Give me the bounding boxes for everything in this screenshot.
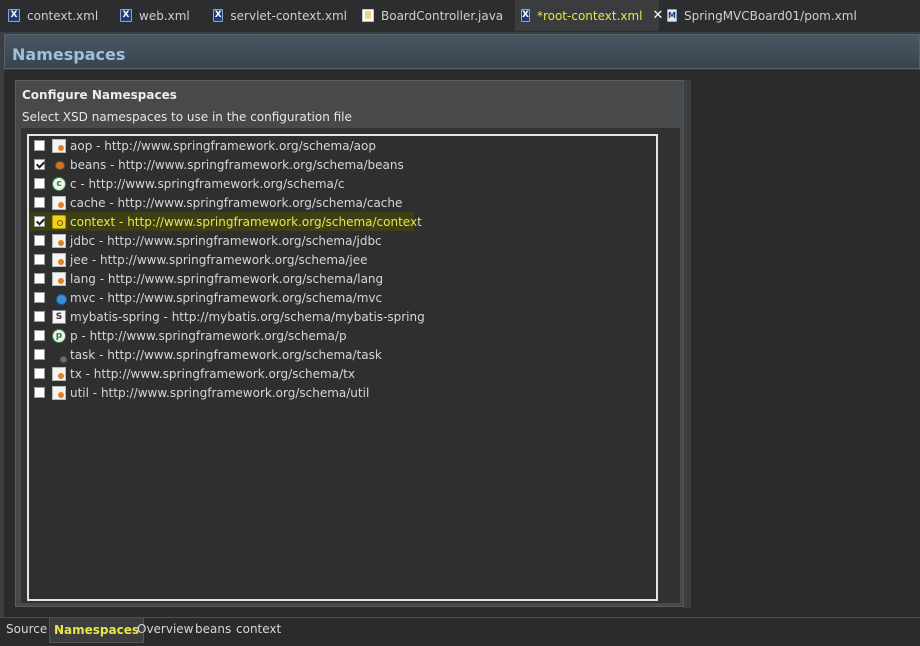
checkbox[interactable] [34,330,45,341]
tab-root-context-xml[interactable]: X *root-context.xml ✕ [515,0,663,31]
namespace-row-lang[interactable]: lang - http://www.springframework.org/sc… [29,269,383,288]
namespace-label: c - http://www.springframework.org/schem… [70,176,345,191]
java-file-icon [362,9,374,22]
namespace-row-task[interactable]: task - http://www.springframework.org/sc… [29,345,382,364]
namespace-label: p - http://www.springframework.org/schem… [70,328,347,343]
tab-label: servlet-context.xml [230,8,347,23]
namespace-label: beans - http://www.springframework.org/s… [70,157,404,172]
spring-xml-file-icon: X [213,9,224,22]
maven-pom-icon: M [667,9,677,22]
checkbox[interactable] [34,178,45,189]
tab-source[interactable]: Source [6,622,47,636]
tab-beans[interactable]: beans [195,622,231,636]
namespace-row-aop[interactable]: aop - http://www.springframework.org/sch… [29,136,376,155]
tab-overview[interactable]: Overview [137,622,194,636]
namespace-label: jee - http://www.springframework.org/sch… [70,252,368,267]
namespace-label: mvc - http://www.springframework.org/sch… [70,290,383,305]
aop-icon [52,138,66,153]
editor-page-tabs: Source Namespaces Overview beans context [0,617,920,646]
vertical-scrollbar[interactable] [683,80,691,608]
namespace-row-jee[interactable]: jee - http://www.springframework.org/sch… [29,250,368,269]
namespace-row-util[interactable]: util - http://www.springframework.org/sc… [29,383,369,402]
tab-label: *root-context.xml [536,8,643,23]
namespace-row-beans[interactable]: beans - http://www.springframework.org/s… [29,155,404,174]
tab-label: BoardController.java [381,8,504,23]
tab-label: context.xml [27,8,99,23]
xml-file-icon: X [8,9,20,22]
namespace-label: mybatis-spring - http://mybatis.org/sche… [70,309,425,324]
c-namespace-icon: c [52,176,66,191]
context-icon [52,214,66,229]
namespace-label: context - http://www.springframework.org… [70,214,422,229]
cache-icon [52,195,66,210]
checkbox[interactable] [34,292,45,303]
checkbox[interactable] [34,349,45,360]
p-namespace-icon: p [52,328,66,343]
tab-context-xml[interactable]: X context.xml [2,0,106,31]
section-description: Select XSD namespaces to use in the conf… [22,110,352,124]
jdbc-icon [52,233,66,248]
tx-icon [52,366,66,381]
namespace-label: task - http://www.springframework.org/sc… [70,347,382,362]
checkbox[interactable] [34,368,45,379]
namespace-label: cache - http://www.springframework.org/s… [70,195,403,210]
mvc-globe-icon [52,291,67,305]
checkbox[interactable] [34,159,45,170]
namespace-row-context[interactable]: context - http://www.springframework.org… [29,212,422,231]
checkbox[interactable] [34,254,45,265]
namespace-label: lang - http://www.springframework.org/sc… [70,271,384,286]
spring-xml-file-icon: X [521,9,530,22]
namespace-row-c[interactable]: c c - http://www.springframework.org/sch… [29,174,345,193]
section-title: Configure Namespaces [22,88,177,102]
xml-file-icon: X [120,9,132,22]
mybatis-icon: S [52,309,66,324]
checkbox[interactable] [34,311,45,322]
editor-tab-bar: X context.xml X web.xml X servlet-contex… [0,0,920,33]
tab-web-xml[interactable]: X web.xml [114,0,202,31]
namespace-label: tx - http://www.springframework.org/sche… [70,366,355,381]
namespace-list-wrapper: aop - http://www.springframework.org/sch… [21,128,680,603]
checkbox[interactable] [34,197,45,208]
tab-context[interactable]: context [236,622,281,636]
jee-icon [52,252,66,267]
tab-boardcontroller-java[interactable]: BoardController.java [356,0,506,31]
util-icon [52,385,66,400]
details-pane [691,70,920,618]
tab-label: web.xml [139,8,190,23]
tab-namespaces[interactable]: Namespaces [49,618,145,643]
left-edge [0,70,4,618]
namespace-row-cache[interactable]: cache - http://www.springframework.org/s… [29,193,402,212]
checkbox[interactable] [34,216,45,227]
tab-pom-xml[interactable]: M SpringMVCBoard01/pom.xml [661,0,857,31]
checkbox[interactable] [34,273,45,284]
namespace-row-p[interactable]: p p - http://www.springframework.org/sch… [29,326,347,345]
namespace-row-jdbc[interactable]: jdbc - http://www.springframework.org/sc… [29,231,382,250]
tab-label: SpringMVCBoard01/pom.xml [683,8,857,23]
checkbox[interactable] [34,235,45,246]
namespace-row-mybatis-spring[interactable]: S mybatis-spring - http://mybatis.org/sc… [29,307,425,326]
checkbox[interactable] [34,140,45,151]
namespace-list[interactable]: aop - http://www.springframework.org/sch… [27,134,658,601]
lang-icon [52,271,66,286]
tab-servlet-context-xml[interactable]: X servlet-context.xml [207,0,347,31]
task-icon [52,348,66,362]
configure-namespaces-section: Configure Namespaces Select XSD namespac… [15,80,684,607]
namespace-row-mvc[interactable]: mvc - http://www.springframework.org/sch… [29,288,382,307]
namespace-row-tx[interactable]: tx - http://www.springframework.org/sche… [29,364,355,383]
checkbox[interactable] [34,387,45,398]
namespace-label: jdbc - http://www.springframework.org/sc… [70,233,382,248]
bean-icon [52,158,66,172]
namespace-label: aop - http://www.springframework.org/sch… [70,138,376,153]
page-title: Namespaces [4,34,920,69]
namespace-label: util - http://www.springframework.org/sc… [70,385,370,400]
